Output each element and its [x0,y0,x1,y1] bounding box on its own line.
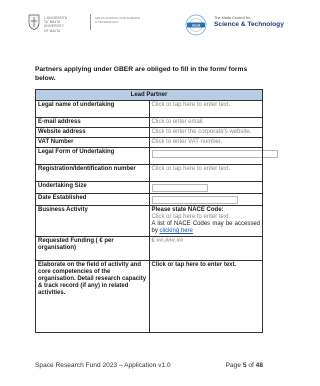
business-activity-cell: Please state NACE Code: Click or tap her… [148,205,263,237]
page-number: Page 5 of 48 [226,362,263,369]
page-total: 48 [255,362,263,369]
website-label: Website address [35,127,150,138]
table-row: E-mail address Click to enter email. [35,117,263,128]
nace-code-prompt: Please state NACE Code: [151,207,224,213]
registration-label: Registration/Identification number [35,164,150,182]
nace-code-field[interactable]: Click or tap here to enter text. [152,214,261,221]
lead-partner-table: Lead Partner Legal name of undertaking C… [35,89,278,333]
requested-funding-label: Requested Funding ( € per organisation) [35,236,150,261]
university-line: UNIVERSITY [44,24,65,29]
table-row: Elaborate on the field of activity and c… [35,260,263,333]
undertaking-size-dropdown[interactable] [151,184,208,192]
document-page: L-UNIVERSITÀ TA' MALTA UNIVERSITY OF MAL… [0,0,298,386]
table-row: Undertaking Size [35,181,263,194]
vat-field[interactable]: Click to enter VAT number. [148,137,263,148]
table-row: Registration/Identification number Click… [35,164,263,182]
elaborate-label: Elaborate on the field of activity and c… [35,260,150,333]
university-crest-icon [28,14,40,30]
council-line: & TECHNOLOGY [95,19,119,24]
page-prefix: Page [225,362,243,369]
email-field[interactable]: Click to enter email. [148,117,263,128]
undertaking-size-cell [148,181,263,194]
legal-form-label: Legal Form of Undertaking [35,147,150,165]
page-footer: Space Research Fund 2023 – Application v… [35,362,263,369]
legal-form-dropdown[interactable] [151,150,278,158]
mcst-title: Science & Technology [214,21,284,28]
table-row: Legal name of undertaking Click or tap h… [35,100,263,118]
table-row: VAT Number Click to enter VAT number. [35,137,263,148]
university-name: L-UNIVERSITÀ TA' MALTA UNIVERSITY OF MAL… [44,16,67,33]
date-established-picker[interactable] [151,196,238,204]
email-label: E-mail address [35,117,150,128]
mcst-logo-icon: mcst [185,14,207,36]
date-established-cell [148,193,263,206]
university-line: OF MALTA [44,28,61,33]
nace-list-note: A list of NACE Codes may be accessed by … [152,221,261,235]
vat-label: VAT Number [35,137,150,148]
date-established-label: Date Established [35,193,150,206]
table-row: Requested Funding ( € per organisation) … [35,236,263,261]
table-row: Website address Click to enter the corpo… [35,127,263,138]
svg-text:mcst: mcst [192,24,201,28]
table-title: Lead Partner [35,89,263,101]
page-mid: of [246,362,256,369]
requested-funding-field[interactable]: € ##,###.## [148,236,263,261]
legal-form-cell [148,147,278,165]
intro-text: Partners applying under GBER are obliged… [35,66,248,82]
table-row: Business Activity Please state NACE Code… [35,205,263,237]
page-header: L-UNIVERSITÀ TA' MALTA UNIVERSITY OF MAL… [0,12,298,44]
legal-name-label: Legal name of undertaking [35,100,150,118]
mcst-wordmark: The Malta Council for Science & Technolo… [214,16,284,28]
footer-title: Space Research Fund 2023 – Application v… [35,362,171,369]
council-name: MALTA COUNCIL FOR SCIENCE & TECHNOLOGY [95,16,140,25]
table-row: Legal Form of Undertaking [35,147,278,165]
legal-name-field[interactable]: Click or tap here to enter text. [148,100,263,118]
header-divider [90,14,91,30]
undertaking-size-label: Undertaking Size [35,181,150,194]
website-field[interactable]: Click to enter the corporate's website. [148,127,263,138]
business-activity-label: Business Activity [35,205,150,237]
table-header-row: Lead Partner [35,89,263,101]
nace-codes-link[interactable]: clicking here [160,228,193,234]
mcst-subtitle: The Malta Council for [214,16,251,20]
elaborate-field[interactable]: Click or tap here to enter text. [148,260,263,333]
registration-field[interactable]: Click or tap here to enter text. [148,164,263,182]
table-row: Date Established [35,193,263,206]
